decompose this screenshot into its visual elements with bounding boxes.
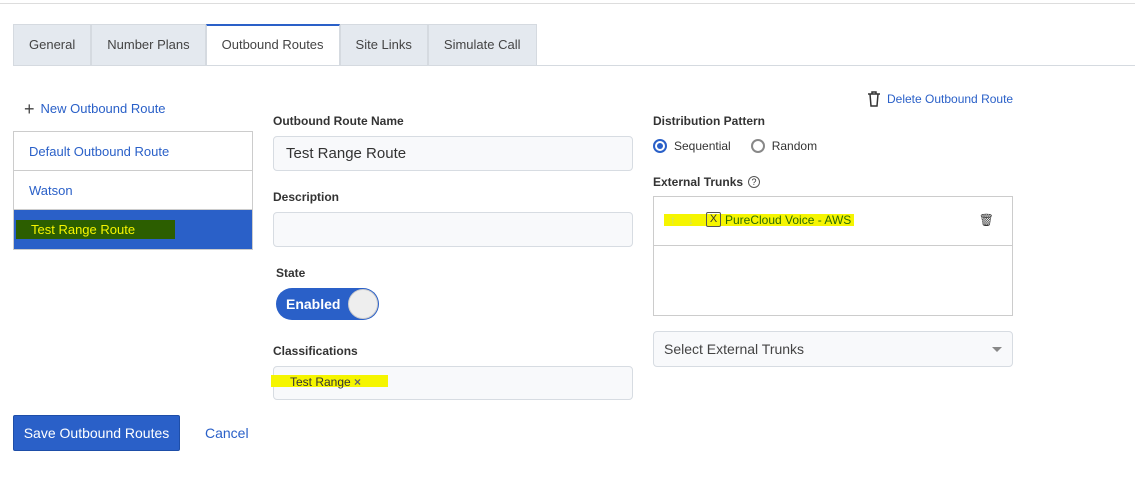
- description-label: Description: [273, 190, 340, 204]
- tab-number-plans[interactable]: Number Plans: [91, 24, 206, 66]
- trunk-name: PureCloud Voice - AWS: [725, 212, 852, 227]
- select-external-trunks[interactable]: Select External Trunks: [653, 331, 1013, 367]
- delete-outbound-route-button[interactable]: Delete Outbound Route: [867, 91, 1013, 107]
- close-box-icon[interactable]: X: [706, 212, 721, 227]
- radio-sequential[interactable]: Sequential: [653, 139, 731, 153]
- distribution-radio-group: Sequential Random: [653, 139, 817, 153]
- route-list: Default Outbound Route Watson Test Range…: [13, 131, 253, 250]
- route-label: Watson: [29, 183, 73, 198]
- route-item-default[interactable]: Default Outbound Route: [14, 132, 252, 171]
- cancel-button[interactable]: Cancel: [205, 425, 249, 441]
- route-label: Default Outbound Route: [29, 144, 170, 159]
- toggle-knob: [348, 289, 378, 319]
- save-outbound-routes-button[interactable]: Save Outbound Routes: [13, 415, 180, 451]
- trash-icon: [868, 91, 880, 107]
- trunk-trash-icon[interactable]: 🗑: [979, 213, 994, 227]
- tab-outbound-routes[interactable]: Outbound Routes: [205, 24, 340, 66]
- trunk-row: ↑ ↓ X PureCloud Voice - AWS 🗑: [654, 197, 1012, 246]
- tab-simulate-call[interactable]: Simulate Call: [427, 24, 537, 66]
- classification-chip: Test Range ×: [284, 373, 367, 391]
- state-toggle[interactable]: Enabled: [276, 288, 379, 320]
- top-divider: [0, 3, 1135, 4]
- radio-label: Random: [771, 139, 818, 153]
- plus-icon: +: [24, 98, 35, 119]
- select-placeholder: Select External Trunks: [664, 341, 805, 357]
- tab-divider: [13, 65, 1135, 66]
- name-label: Outbound Route Name: [273, 114, 404, 128]
- tab-general[interactable]: General: [13, 24, 92, 66]
- radio-label: Sequential: [674, 139, 731, 153]
- external-trunks-label: External Trunks ?: [653, 175, 761, 189]
- radio-random[interactable]: Random: [750, 139, 818, 153]
- delete-label: Delete Outbound Route: [887, 92, 1014, 106]
- move-down-icon[interactable]: ↓: [688, 213, 694, 227]
- external-trunks-list: ↑ ↓ X PureCloud Voice - AWS 🗑: [653, 196, 1013, 316]
- new-route-label: New Outbound Route: [40, 101, 166, 116]
- description-input[interactable]: [273, 212, 633, 247]
- chevron-down-icon: [992, 347, 1002, 352]
- toggle-label: Enabled: [286, 296, 341, 312]
- distribution-label: Distribution Pattern: [653, 114, 766, 128]
- chip-remove-icon[interactable]: ×: [354, 375, 361, 389]
- chip-label: Test Range: [290, 375, 351, 389]
- radio-checked-icon: [653, 139, 667, 153]
- tab-bar: General Number Plans Outbound Routes Sit…: [13, 24, 537, 66]
- route-name-input[interactable]: Test Range Route: [273, 136, 633, 171]
- trunks-label-text: External Trunks: [653, 175, 744, 189]
- move-up-icon[interactable]: ↑: [670, 213, 676, 227]
- state-label: State: [276, 266, 306, 280]
- radio-unchecked-icon: [750, 139, 765, 153]
- classifications-label: Classifications: [273, 344, 358, 358]
- help-icon[interactable]: ?: [748, 176, 761, 188]
- route-item-watson[interactable]: Watson: [14, 171, 252, 210]
- tab-site-links[interactable]: Site Links: [339, 24, 428, 66]
- route-item-test-range[interactable]: Test Range Route: [14, 210, 252, 249]
- new-outbound-route-button[interactable]: + New Outbound Route: [24, 98, 166, 119]
- route-label: Test Range Route: [16, 220, 176, 239]
